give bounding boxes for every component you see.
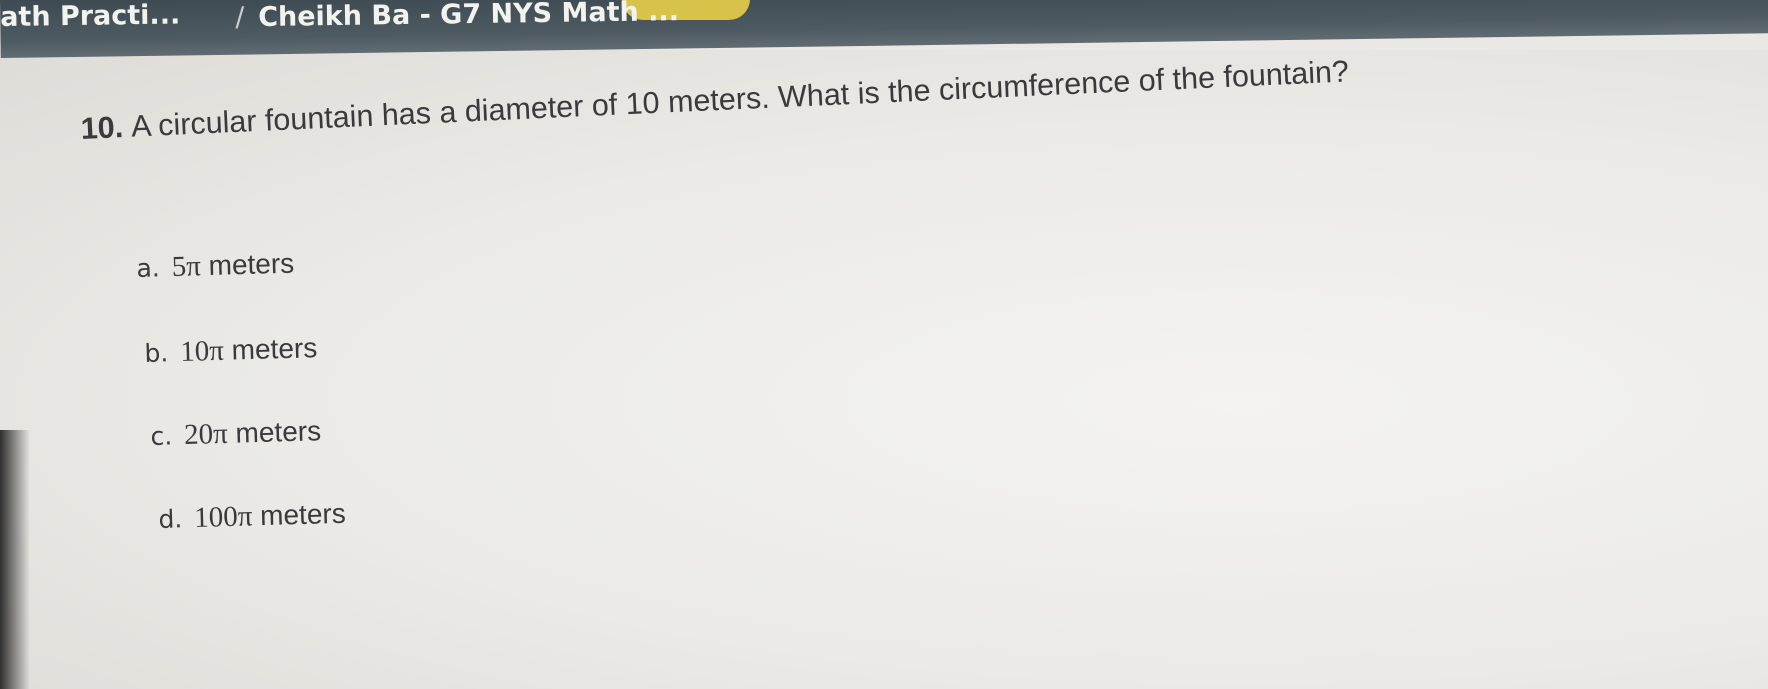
question-page — [0, 50, 1768, 689]
breadcrumb-item-course[interactable]: ath Practi... — [0, 0, 180, 33]
option-value: 5π — [171, 250, 202, 284]
option-letter: a. — [136, 253, 161, 283]
answer-option-c[interactable]: c. 20π meters — [150, 415, 322, 453]
option-letter: d. — [158, 504, 183, 534]
option-unit: meters — [208, 247, 295, 281]
option-value: 20π — [183, 417, 229, 452]
edge-shadow — [0, 430, 30, 689]
breadcrumb-separator: / — [235, 1, 245, 33]
option-value: 10π — [179, 334, 225, 368]
option-unit: meters — [259, 497, 347, 532]
question-number: 10. — [80, 110, 124, 146]
option-letter: b. — [144, 338, 169, 368]
option-letter: c. — [150, 421, 173, 451]
option-unit: meters — [231, 332, 318, 366]
answer-option-b[interactable]: b. 10π meters — [144, 332, 318, 370]
option-value: 100π — [193, 500, 253, 534]
answer-option-d[interactable]: d. 100π meters — [158, 498, 346, 536]
answer-option-a[interactable]: a. 5π meters — [136, 248, 295, 285]
option-unit: meters — [235, 415, 322, 449]
